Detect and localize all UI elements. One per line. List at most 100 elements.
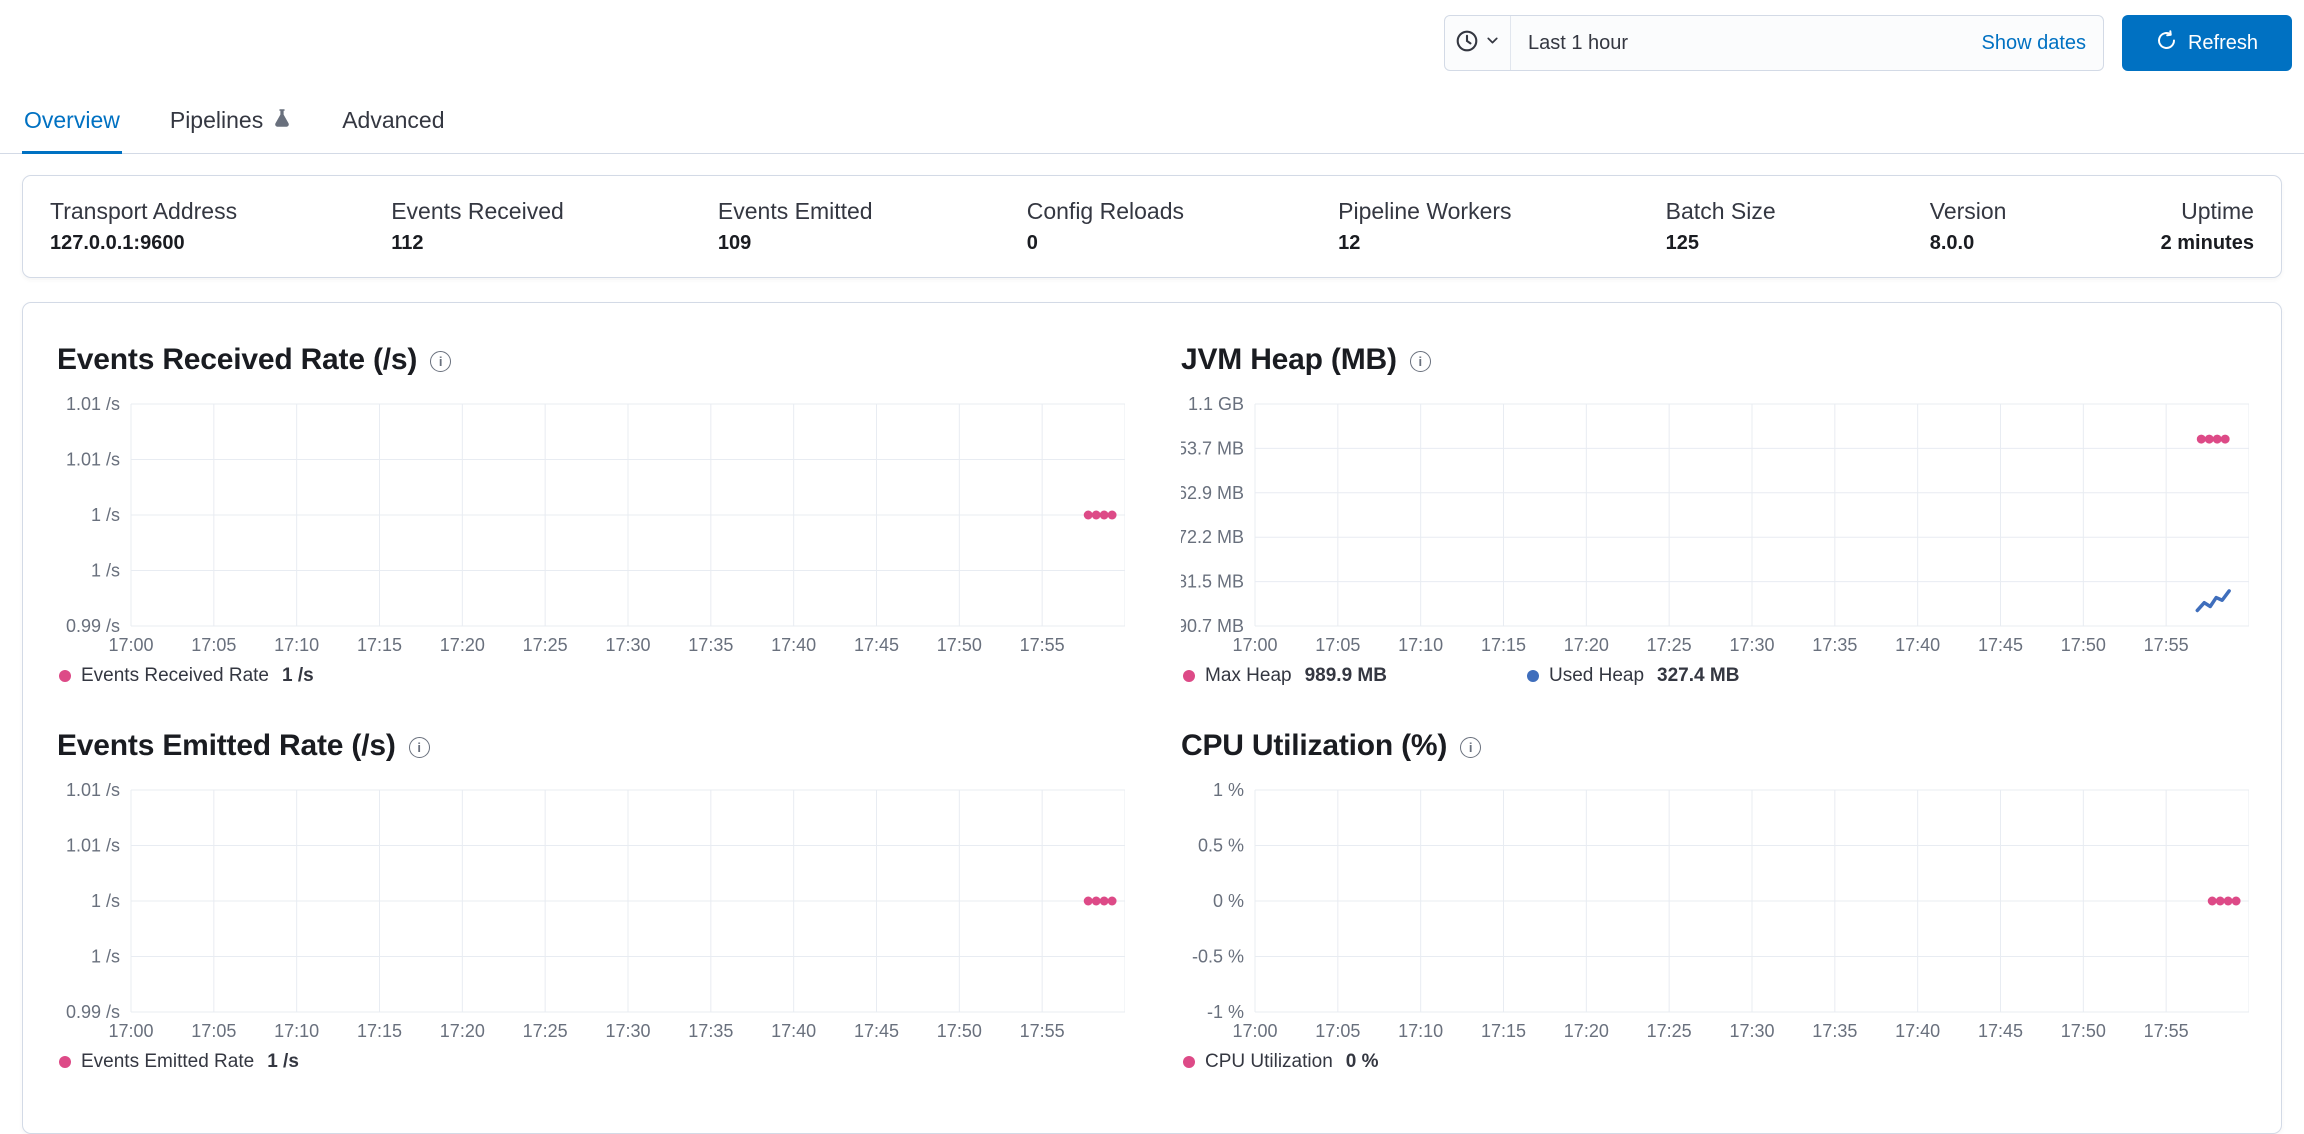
legend-dot-icon xyxy=(1526,670,1539,682)
show-dates-link[interactable]: Show dates xyxy=(1981,32,2086,55)
stat-pipeline-workers: Pipeline Workers 12 xyxy=(1338,198,1511,255)
legend-label: Used Heap xyxy=(1548,665,1645,686)
charts-grid: Events Received Rate (/s) i 1.01 /s 1.01 … xyxy=(57,343,2250,1073)
svg-text:17:55: 17:55 xyxy=(2144,1021,2189,1041)
legend-label: Events Emitted Rate xyxy=(81,1051,255,1072)
svg-text:1 /s: 1 /s xyxy=(91,947,120,967)
chart-title: Events Received Rate (/s) xyxy=(57,343,418,376)
svg-text:17:15: 17:15 xyxy=(357,635,402,655)
legend-label: Max Heap xyxy=(1205,665,1292,686)
stat-value: 0 xyxy=(1026,232,1038,254)
stat-events-emitted: Events Emitted 109 xyxy=(718,198,873,255)
svg-text:17:45: 17:45 xyxy=(1978,1021,2023,1041)
svg-text:17:25: 17:25 xyxy=(523,1021,568,1041)
svg-text:17:45: 17:45 xyxy=(854,635,899,655)
svg-text:1.01 /s: 1.01 /s xyxy=(66,836,120,856)
chart-cpu-utilization: CPU Utilization (%) i 1 % 0.5 % 0 % -0.5 % -… xyxy=(1181,729,2250,1073)
tab-advanced-label: Advanced xyxy=(342,107,445,133)
svg-text:17:00: 17:00 xyxy=(1232,635,1277,655)
info-icon[interactable]: i xyxy=(1409,351,1431,372)
tab-overview[interactable]: Overview xyxy=(22,95,122,154)
svg-text:0 %: 0 % xyxy=(1213,891,1244,911)
stat-transport-address: Transport Address 127.0.0.1:9600 xyxy=(50,198,237,255)
svg-text:17:55: 17:55 xyxy=(2144,635,2189,655)
svg-text:1.01 /s: 1.01 /s xyxy=(66,783,120,800)
tab-pipelines[interactable]: Pipelines xyxy=(168,95,294,154)
legend-item[interactable]: Events Emitted Rate 1 /s xyxy=(59,1051,299,1073)
chart-title: CPU Utilization (%) xyxy=(1181,729,1448,762)
legend-item[interactable]: Used Heap 327.4 MB xyxy=(1526,665,1739,687)
chart-canvas: 1.01 /s 1.01 /s 1 /s 1 /s 0.99 /s 17:00 17:05 1… xyxy=(57,394,1126,659)
svg-text:17:35: 17:35 xyxy=(1812,1021,1857,1041)
legend-label: Events Received Rate xyxy=(81,665,269,686)
header: Last 1 hour Show dates Refresh xyxy=(0,0,2304,71)
svg-text:17:55: 17:55 xyxy=(1020,1021,1065,1041)
legend-value: 1 /s xyxy=(267,1051,299,1072)
stat-events-received: Events Received 112 xyxy=(391,198,564,255)
info-icon[interactable]: i xyxy=(408,737,430,758)
svg-text:17:55: 17:55 xyxy=(1020,635,1065,655)
chart-legend: Max Heap 989.9 MB Used Heap 327.4 MB xyxy=(1181,665,2249,687)
stat-value: 127.0.0.1:9600 xyxy=(50,232,185,254)
stat-value: 2 minutes xyxy=(2160,232,2254,254)
refresh-button[interactable]: Refresh xyxy=(2122,15,2292,71)
info-icon[interactable]: i xyxy=(1460,737,1482,758)
svg-text:0.99 /s: 0.99 /s xyxy=(66,1002,120,1022)
time-range-picker: Last 1 hour Show dates xyxy=(1444,15,2104,71)
legend-dot-icon xyxy=(1183,670,1195,682)
svg-text:17:05: 17:05 xyxy=(191,1021,236,1041)
legend-dot-icon xyxy=(59,670,71,682)
legend-item[interactable]: Events Received Rate 1 /s xyxy=(59,665,314,687)
stat-uptime: Uptime 2 minutes xyxy=(2161,198,2254,255)
chart-canvas: 1.01 /s 1.01 /s 1 /s 1 /s 0.99 /s 17:00 17:05 1… xyxy=(57,780,1126,1045)
chart-events-received-rate: Events Received Rate (/s) i 1.01 /s 1.01 … xyxy=(57,343,1126,687)
svg-text:-0.5 %: -0.5 % xyxy=(1192,947,1244,967)
quick-select-button[interactable] xyxy=(1445,16,1511,70)
svg-text:17:10: 17:10 xyxy=(1398,635,1443,655)
stat-batch-size: Batch Size 125 xyxy=(1666,198,1776,255)
svg-text:17:20: 17:20 xyxy=(440,635,485,655)
svg-text:572.2 MB: 572.2 MB xyxy=(1181,527,1244,547)
chart-legend: CPU Utilization 0 % xyxy=(1181,1051,2249,1073)
svg-text:0.5 %: 0.5 % xyxy=(1198,836,1244,856)
stat-version: Version 8.0.0 xyxy=(1930,198,2007,255)
stat-value: 109 xyxy=(717,232,752,254)
legend-value: 1 /s xyxy=(282,665,314,686)
chart-canvas: 1 % 0.5 % 0 % -0.5 % -1 % 17:00 17:05 17:10 17:1… xyxy=(1181,780,2250,1045)
svg-text:17:45: 17:45 xyxy=(1978,635,2023,655)
stat-value: 125 xyxy=(1665,232,1700,254)
time-range-value[interactable]: Last 1 hour xyxy=(1528,32,1981,55)
legend-label: CPU Utilization xyxy=(1205,1051,1333,1072)
svg-text:1.1 GB: 1.1 GB xyxy=(1188,397,1244,414)
stat-label: Config Reloads xyxy=(1026,198,1184,224)
svg-text:17:05: 17:05 xyxy=(191,635,236,655)
stat-label: Uptime xyxy=(2181,198,2254,224)
svg-text:1 /s: 1 /s xyxy=(91,561,120,581)
svg-text:953.7 MB: 953.7 MB xyxy=(1181,438,1244,458)
svg-text:-1 %: -1 % xyxy=(1207,1002,1244,1022)
chart-canvas: 1.1 GB 953.7 MB 762.9 MB 572.2 MB 381.5 MB 19… xyxy=(1167,394,2250,659)
info-icon[interactable]: i xyxy=(430,351,452,372)
legend-item[interactable]: CPU Utilization 0 % xyxy=(1183,1051,1379,1073)
stat-config-reloads: Config Reloads 0 xyxy=(1027,198,1184,255)
svg-text:1 %: 1 % xyxy=(1213,783,1244,800)
svg-text:17:20: 17:20 xyxy=(1564,1021,1609,1041)
svg-text:17:50: 17:50 xyxy=(937,635,982,655)
svg-text:17:50: 17:50 xyxy=(2061,1021,2106,1041)
svg-text:17:00: 17:00 xyxy=(108,1021,153,1041)
svg-text:17:30: 17:30 xyxy=(1729,635,1774,655)
svg-text:17:15: 17:15 xyxy=(1481,635,1526,655)
tab-advanced[interactable]: Advanced xyxy=(340,95,446,154)
stat-value: 8.0.0 xyxy=(1929,232,1975,254)
svg-text:17:35: 17:35 xyxy=(688,635,733,655)
svg-text:17:05: 17:05 xyxy=(1315,1021,1360,1041)
chevron-down-icon xyxy=(1484,32,1501,54)
refresh-icon xyxy=(2156,29,2177,57)
refresh-button-label: Refresh xyxy=(2187,31,2259,54)
stat-label: Events Emitted xyxy=(717,198,873,224)
svg-text:17:15: 17:15 xyxy=(357,1021,402,1041)
legend-item[interactable]: Max Heap 989.9 MB xyxy=(1183,665,1387,687)
svg-text:17:40: 17:40 xyxy=(771,1021,816,1041)
stat-label: Events Received xyxy=(391,198,564,224)
tab-bar: Overview Pipelines Advanced xyxy=(0,95,2304,154)
